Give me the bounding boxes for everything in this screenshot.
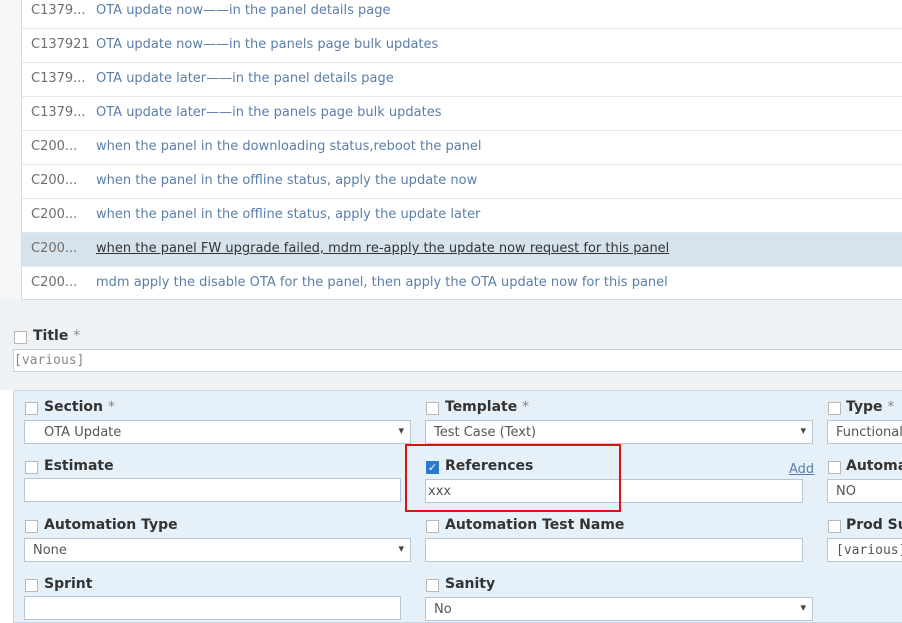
template-checkbox[interactable]	[426, 402, 439, 415]
table-row[interactable]: C1379... OTA update later——in the panels…	[22, 97, 902, 131]
table-row[interactable]: C200... when the panel in the downloadin…	[22, 131, 902, 165]
chevron-down-icon: ▾	[398, 424, 404, 437]
case-title-link[interactable]: when the panel in the offline status, ap…	[96, 173, 477, 188]
case-id: C1379...	[31, 3, 86, 18]
automation-type-checkbox[interactable]	[25, 520, 38, 533]
type-select[interactable]: Functional	[827, 420, 902, 444]
add-reference-link[interactable]: Add	[789, 462, 814, 477]
automated-label: Automate	[846, 458, 902, 474]
sanity-select[interactable]: No ▾	[425, 597, 813, 621]
prod-support-checkbox[interactable]	[828, 520, 841, 533]
case-id: C1379...	[31, 71, 86, 86]
highlight-box	[405, 444, 621, 512]
template-select[interactable]: Test Case (Text) ▾	[425, 420, 813, 444]
table-row[interactable]: C137921 OTA update now——in the panels pa…	[22, 29, 902, 63]
case-title-link[interactable]: OTA update now——in the panels page bulk …	[96, 37, 438, 52]
table-row[interactable]: C1379... OTA update now——in the panel de…	[22, 0, 902, 29]
case-title-link[interactable]: OTA update later——in the panel details p…	[96, 71, 394, 86]
table-row[interactable]: C200... mdm apply the disable OTA for th…	[22, 267, 902, 301]
case-title-link[interactable]: when the panel in the downloading status…	[96, 139, 482, 154]
section-label: Section *	[44, 399, 115, 415]
sprint-label: Sprint	[44, 576, 93, 592]
chevron-down-icon: ▾	[800, 601, 806, 614]
sanity-checkbox[interactable]	[426, 579, 439, 592]
chevron-down-icon: ▾	[398, 542, 404, 555]
case-title-link[interactable]: when the panel FW upgrade failed, mdm re…	[96, 241, 669, 256]
estimate-checkbox[interactable]	[25, 461, 38, 474]
case-id: C200...	[31, 207, 78, 222]
type-label: Type *	[846, 399, 895, 415]
table-row[interactable]: C1379... OTA update later——in the panel …	[22, 63, 902, 97]
case-id: C200...	[31, 173, 78, 188]
case-id: C1379...	[31, 105, 86, 120]
sanity-label: Sanity	[445, 576, 496, 592]
case-id: C137921	[31, 37, 90, 52]
case-title-link[interactable]: when the panel in the offline status, ap…	[96, 207, 480, 222]
automation-test-name-checkbox[interactable]	[426, 520, 439, 533]
title-checkbox[interactable]	[14, 331, 27, 344]
automation-type-select[interactable]: None ▾	[24, 538, 411, 562]
automation-type-label: Automation Type	[44, 517, 178, 533]
automation-test-name-input[interactable]	[425, 538, 803, 562]
type-checkbox[interactable]	[828, 402, 841, 415]
title-label: Title *	[33, 328, 81, 344]
estimate-input[interactable]	[24, 478, 401, 502]
table-row-selected[interactable]: C200... when the panel FW upgrade failed…	[22, 233, 902, 267]
template-label: Template *	[445, 399, 530, 415]
section-divider	[0, 300, 902, 310]
left-gutter	[0, 0, 21, 300]
case-id: C200...	[31, 241, 78, 256]
prod-support-label: Prod Sup	[846, 517, 902, 533]
prod-support-input[interactable]: [various]	[827, 538, 902, 562]
table-row[interactable]: C200... when the panel in the offline st…	[22, 199, 902, 233]
automated-checkbox[interactable]	[828, 461, 841, 474]
test-case-list: C1379... OTA update now——in the panel de…	[21, 0, 902, 300]
sprint-input[interactable]	[24, 596, 401, 620]
section-checkbox[interactable]	[25, 402, 38, 415]
case-title-link[interactable]: mdm apply the disable OTA for the panel,…	[96, 275, 668, 290]
title-input[interactable]: [various]	[13, 349, 902, 372]
section-select[interactable]: OTA Update ▾	[24, 420, 411, 444]
table-row[interactable]: C200... when the panel in the offline st…	[22, 165, 902, 199]
estimate-label: Estimate	[44, 458, 114, 474]
sprint-checkbox[interactable]	[25, 579, 38, 592]
case-id: C200...	[31, 139, 78, 154]
automated-select[interactable]: NO	[827, 479, 902, 503]
case-title-link[interactable]: OTA update now——in the panel details pag…	[96, 3, 391, 18]
chevron-down-icon: ▾	[800, 424, 806, 437]
case-id: C200...	[31, 275, 78, 290]
automation-test-name-label: Automation Test Name	[445, 517, 625, 533]
case-title-link[interactable]: OTA update later——in the panels page bul…	[96, 105, 442, 120]
